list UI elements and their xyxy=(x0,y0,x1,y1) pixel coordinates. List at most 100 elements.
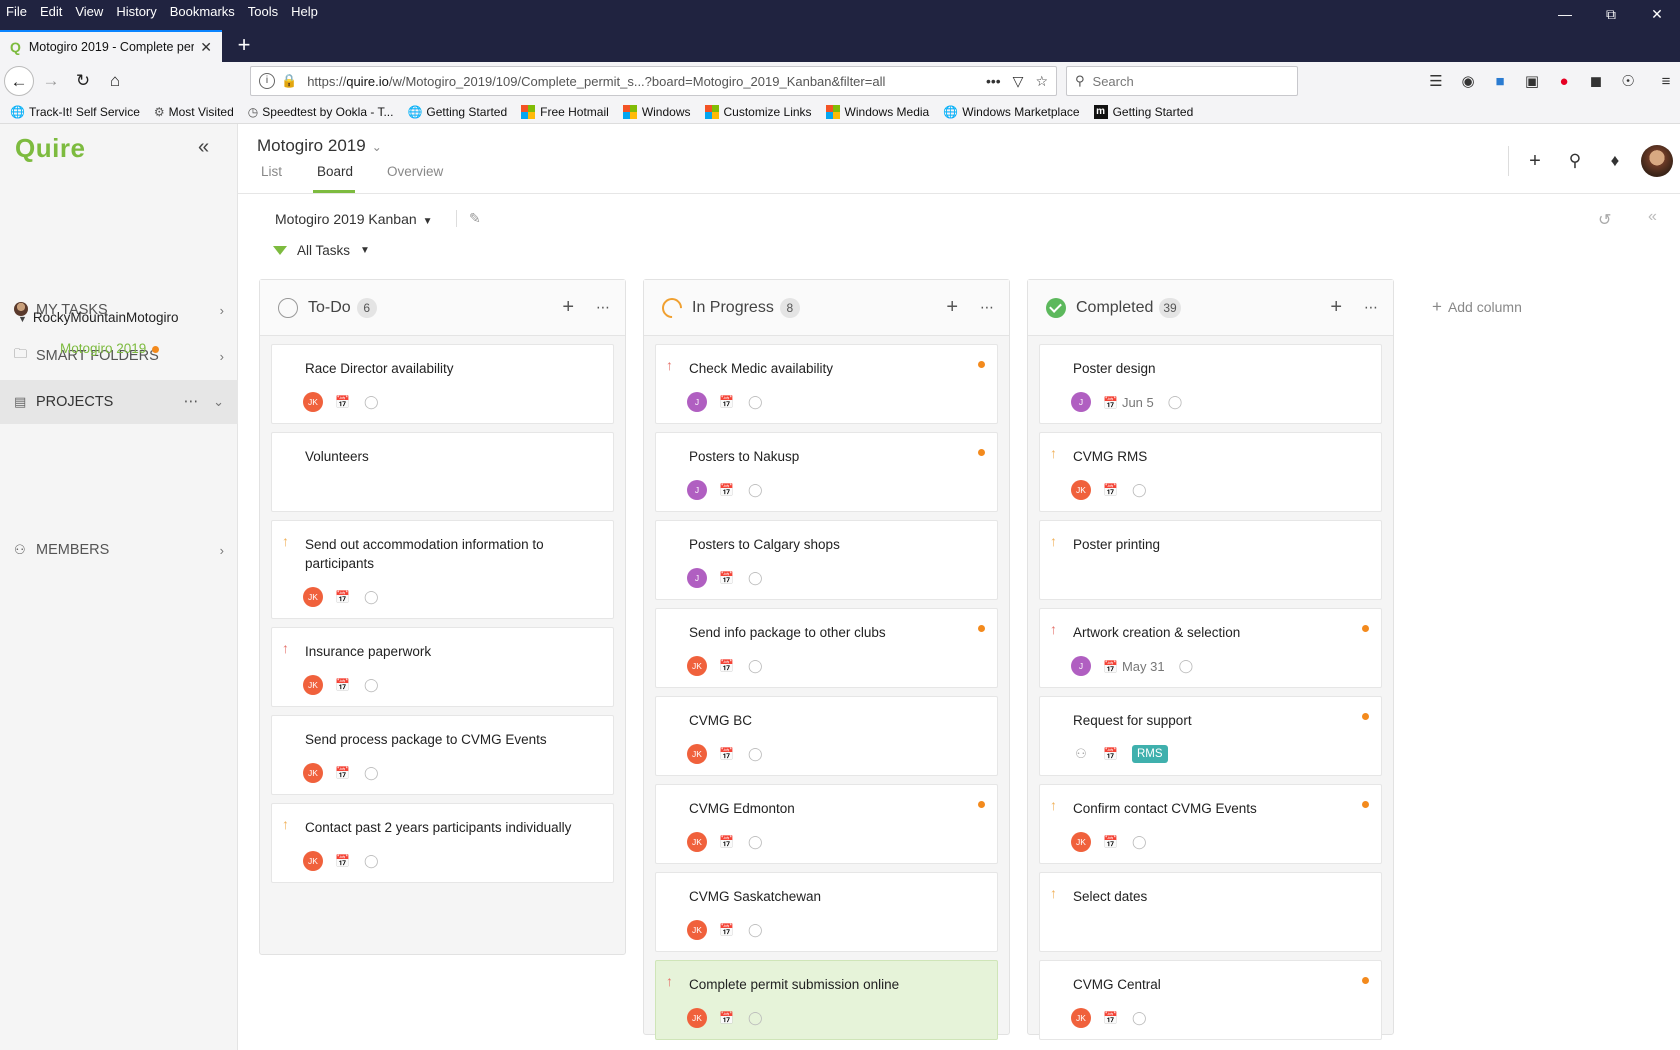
task-card[interactable]: ↑ Artwork creation & selection J 📅 May 31 ◯ xyxy=(1039,608,1382,688)
task-card[interactable]: ↑ Poster printing xyxy=(1039,520,1382,600)
reload-icon[interactable]: ↻ xyxy=(68,66,98,96)
calendar-icon[interactable]: 📅 xyxy=(1103,747,1118,761)
task-card[interactable]: ↑ Insurance paperwork JK 📅 ◯ xyxy=(271,627,614,707)
tab-overview[interactable]: Overview xyxy=(387,164,443,179)
avatar[interactable]: JK xyxy=(1071,1008,1091,1028)
avatar[interactable]: JK xyxy=(687,1008,707,1028)
task-card[interactable]: Send process package to CVMG Events JK 📅 ◯ xyxy=(271,715,614,795)
avatar[interactable]: JK xyxy=(1071,480,1091,500)
column-title[interactable]: Completed xyxy=(1076,299,1153,317)
calendar-icon[interactable]: 📅 xyxy=(719,1011,734,1025)
calendar-icon[interactable]: 📅 xyxy=(335,590,350,604)
filter-selector[interactable]: All Tasks ▼ xyxy=(273,243,370,258)
bookmark-item[interactable]: Windows xyxy=(622,104,691,119)
tag-icon[interactable]: ◯ xyxy=(1179,658,1194,674)
avatar[interactable]: J xyxy=(1071,392,1091,412)
bell-icon[interactable]: ♦ xyxy=(1595,151,1635,171)
avatar[interactable]: J xyxy=(687,480,707,500)
library-icon[interactable]: ☰ xyxy=(1420,72,1452,90)
calendar-icon[interactable]: 📅 xyxy=(335,766,350,780)
calendar-icon[interactable]: 📅 xyxy=(719,835,734,849)
task-card[interactable]: Send info package to other clubs JK 📅 ◯ xyxy=(655,608,998,688)
tag-badge[interactable]: RMS xyxy=(1131,745,1168,763)
account-icon[interactable]: ☉ xyxy=(1612,72,1644,90)
tag-icon[interactable]: ◯ xyxy=(748,746,763,762)
url-text[interactable]: https://quire.io/w/Motogiro_2019/109/Com… xyxy=(307,74,974,89)
task-card[interactable]: ↑ CVMG RMS JK 📅 ◯ xyxy=(1039,432,1382,512)
more-options-icon[interactable]: ⋯ xyxy=(1364,299,1379,316)
avatar[interactable]: JK xyxy=(687,832,707,852)
task-card[interactable]: CVMG BC JK 📅 ◯ xyxy=(655,696,998,776)
back-arrow-icon[interactable]: ← xyxy=(4,66,34,96)
new-tab-icon[interactable]: + xyxy=(228,30,260,62)
avatar[interactable]: JK xyxy=(303,587,323,607)
avatar[interactable]: JK xyxy=(303,392,323,412)
calendar-icon[interactable]: 📅 xyxy=(719,659,734,673)
hamburger-menu-icon[interactable]: ≡ xyxy=(1650,73,1680,90)
tree-project-motogiro[interactable]: Motogiro 2019 xyxy=(60,341,160,356)
task-card[interactable]: CVMG Central JK 📅 ◯ xyxy=(1039,960,1382,1040)
search-icon[interactable]: ⚲ xyxy=(1555,151,1595,171)
task-card[interactable]: ↑ Confirm contact CVMG Events JK 📅 ◯ xyxy=(1039,784,1382,864)
calendar-icon[interactable]: 📅 xyxy=(1103,483,1118,497)
avatar[interactable]: J xyxy=(687,568,707,588)
task-card[interactable]: Request for support ⚇ 📅 RMS xyxy=(1039,696,1382,776)
calendar-icon[interactable]: 📅 xyxy=(1103,1011,1118,1025)
avatar[interactable]: JK xyxy=(687,920,707,940)
tag-icon[interactable]: ◯ xyxy=(1132,482,1147,498)
bookmark-item[interactable]: Windows Media xyxy=(825,104,929,119)
sidebar-item-projects[interactable]: ▤ PROJECTS ⋯ ⌄ xyxy=(0,380,238,424)
due-date[interactable]: 📅 Jun 5 xyxy=(1103,395,1154,410)
collapse-panel-icon[interactable]: « xyxy=(1648,208,1657,226)
extension-dark-icon[interactable]: ◼ xyxy=(1580,72,1612,90)
calendar-icon[interactable]: 📅 xyxy=(335,395,350,409)
tag-icon[interactable]: ◯ xyxy=(364,853,379,869)
avatar[interactable]: JK xyxy=(303,675,323,695)
menu-bookmarks[interactable]: Bookmarks xyxy=(170,4,235,19)
menu-view[interactable]: View xyxy=(75,4,103,19)
task-card[interactable]: CVMG Saskatchewan JK 📅 ◯ xyxy=(655,872,998,952)
tab-list[interactable]: List xyxy=(261,164,282,179)
bookmark-item[interactable]: Free Hotmail xyxy=(521,104,609,119)
avatar[interactable]: J xyxy=(687,392,707,412)
calendar-icon[interactable]: 📅 xyxy=(719,923,734,937)
browser-tab[interactable]: Q Motogiro 2019 - Complete per ✕ xyxy=(0,30,222,62)
bookmark-item[interactable]: 🌐 Windows Marketplace xyxy=(943,105,1079,119)
avatar[interactable]: J xyxy=(1071,656,1091,676)
calendar-icon[interactable]: 📅 xyxy=(719,747,734,761)
info-icon[interactable]: i xyxy=(259,73,275,89)
task-card[interactable]: ↑ Check Medic availability J 📅 ◯ xyxy=(655,344,998,424)
home-icon[interactable]: ⌂ xyxy=(100,66,130,96)
task-card[interactable]: Volunteers xyxy=(271,432,614,512)
avatar[interactable]: JK xyxy=(303,763,323,783)
sidebar-item-members[interactable]: ⚇ MEMBERS › xyxy=(0,528,238,572)
tag-icon[interactable]: ◯ xyxy=(1168,394,1183,410)
menu-tools[interactable]: Tools xyxy=(248,4,278,19)
bookmark-item[interactable]: ⚙ Most Visited xyxy=(154,105,234,119)
task-card[interactable]: ↑ Send out accommodation information to … xyxy=(271,520,614,619)
bookmark-item[interactable]: ◷ Speedtest by Ookla - T... xyxy=(248,105,394,119)
task-card[interactable]: Posters to Calgary shops J 📅 ◯ xyxy=(655,520,998,600)
evernote-icon[interactable]: ◉ xyxy=(1452,72,1484,90)
tag-icon[interactable]: ◯ xyxy=(748,658,763,674)
due-date[interactable]: 📅 May 31 xyxy=(1103,659,1165,674)
pocket-icon[interactable]: ▽ xyxy=(1013,73,1024,90)
tab-board[interactable]: Board xyxy=(317,164,353,179)
chevron-down-icon[interactable]: ⌄ xyxy=(372,140,382,154)
page-actions-icon[interactable]: ••• xyxy=(986,73,1001,89)
reader-view-icon[interactable]: ▣ xyxy=(1516,72,1548,90)
forward-arrow-icon[interactable]: → xyxy=(36,66,66,96)
column-title[interactable]: In Progress xyxy=(692,299,774,317)
column-title[interactable]: To-Do xyxy=(308,299,351,317)
tag-icon[interactable]: ◯ xyxy=(364,589,379,605)
calendar-icon[interactable]: 📅 xyxy=(719,571,734,585)
avatar[interactable]: JK xyxy=(687,744,707,764)
pencil-icon[interactable]: ✎ xyxy=(456,210,481,227)
extension-blue-icon[interactable]: ■ xyxy=(1484,73,1516,90)
add-task-icon[interactable]: + xyxy=(562,296,574,319)
close-tab-icon[interactable]: ✕ xyxy=(200,39,212,56)
undo-icon[interactable]: ↺ xyxy=(1598,210,1611,230)
tag-icon[interactable]: ◯ xyxy=(1132,1010,1147,1026)
tag-icon[interactable]: ◯ xyxy=(1132,834,1147,850)
restore-icon[interactable]: ⧉ xyxy=(1588,0,1634,28)
